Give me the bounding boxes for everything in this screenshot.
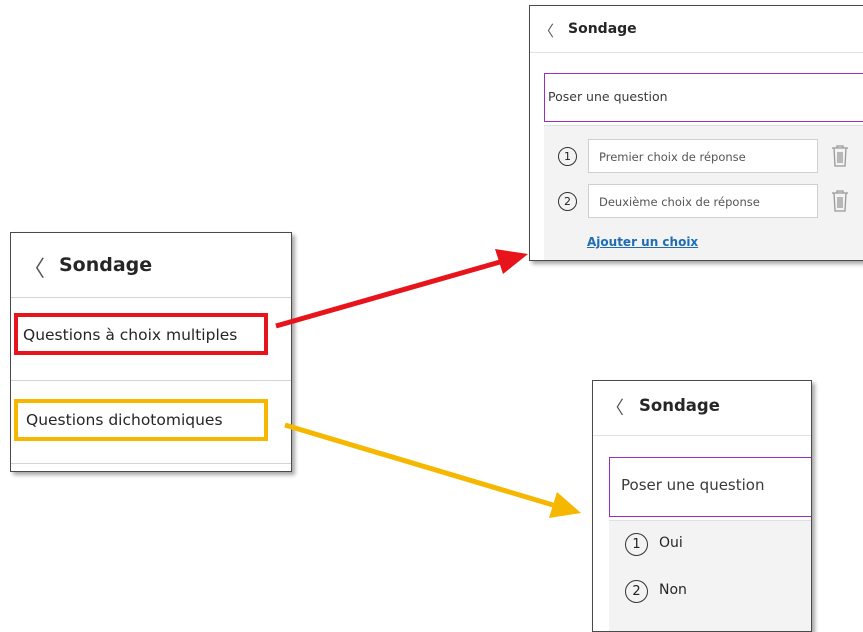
red-arrow-head xyxy=(495,249,528,274)
yellow-arrow-head xyxy=(549,492,581,518)
annotation-arrows xyxy=(275,249,581,518)
red-arrow-line xyxy=(275,259,501,329)
yellow-arrow-line xyxy=(284,422,554,508)
